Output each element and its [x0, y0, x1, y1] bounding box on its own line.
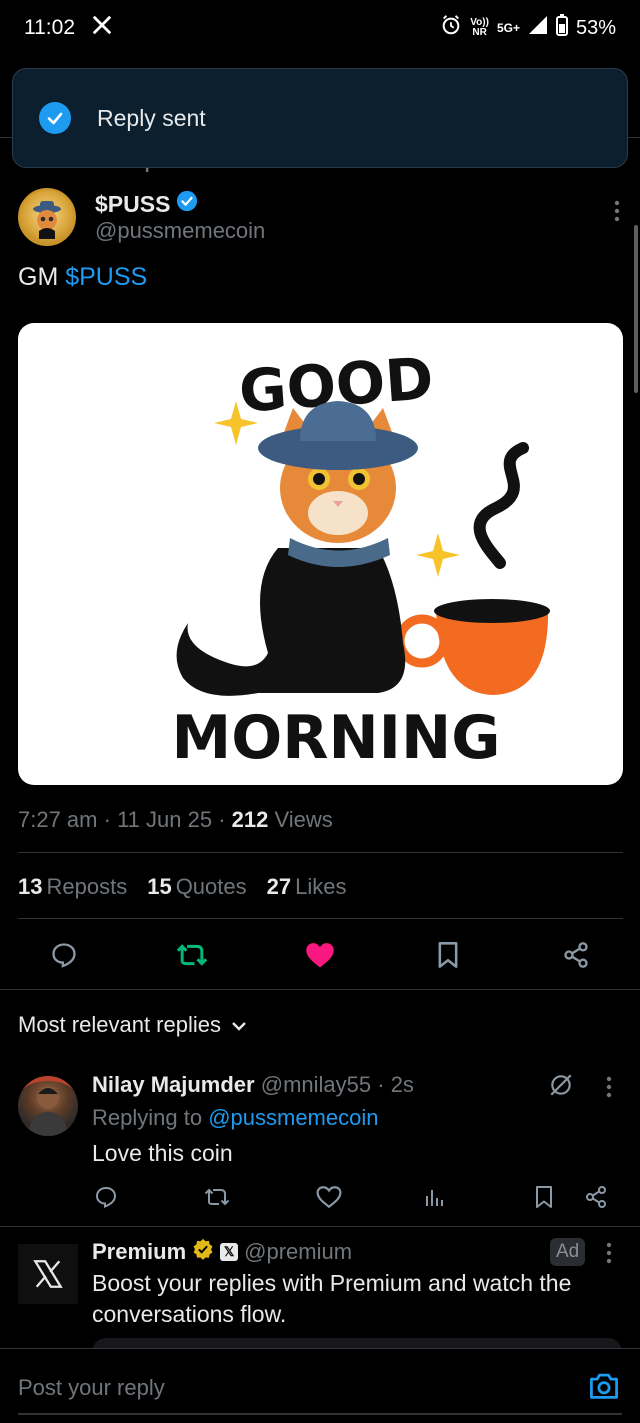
ad-author-handle[interactable]: @premium — [244, 1239, 352, 1265]
reply-icon[interactable] — [94, 1184, 118, 1210]
repost-icon[interactable] — [172, 935, 212, 975]
post-stats: 13 Reposts 15 Quotes 27 Likes — [18, 874, 346, 900]
divider — [18, 918, 623, 919]
image-caption-bottom: MORNING — [172, 703, 501, 773]
signal-type: 5G+ — [496, 21, 520, 35]
replies-filter-dropdown[interactable]: Most relevant replies — [18, 1012, 247, 1038]
verified-badge-icon — [176, 190, 198, 218]
avatar[interactable] — [18, 1076, 78, 1136]
battery-icon — [555, 14, 568, 42]
status-time: 11:02 — [24, 16, 75, 39]
more-options-icon[interactable] — [606, 1242, 612, 1269]
more-options-icon[interactable] — [614, 200, 620, 222]
camera-icon[interactable] — [588, 1371, 620, 1406]
share-icon[interactable] — [556, 935, 596, 975]
x-affiliate-badge-icon: 𝕏 — [220, 1243, 239, 1261]
chevron-down-icon — [231, 1012, 247, 1038]
post-meta: 7:27 am · 11 Jun 25 · 212 Views — [18, 807, 333, 832]
views-icon[interactable] — [424, 1184, 446, 1210]
replying-to: Replying to @pussmemecoin — [92, 1105, 378, 1131]
share-icon[interactable] — [584, 1184, 608, 1210]
post-date: 11 Jun 25 — [117, 807, 213, 832]
x-logo-icon — [91, 14, 113, 42]
x-logo-icon[interactable] — [18, 1244, 78, 1304]
replying-handle-link[interactable]: @pussmemecoin — [208, 1105, 378, 1130]
views-label: Views — [274, 807, 333, 832]
nr-label: NR — [472, 27, 487, 38]
reply-item[interactable]: Nilay Majumder @mnilay55 · 2s Replying t… — [18, 1070, 623, 1220]
alarm-icon — [440, 14, 462, 42]
status-bar: 11:02 Vo)) NR 5G+ 53% — [0, 0, 640, 56]
replying-prefix: Replying to — [92, 1105, 209, 1130]
ad-author-name[interactable]: Premium — [92, 1239, 186, 1265]
like-icon[interactable] — [316, 1184, 342, 1210]
post-action-bar — [0, 935, 640, 975]
volte-indicator: Vo)) NR — [470, 18, 489, 38]
post-text-plain: GM — [18, 263, 66, 291]
quotes-stat[interactable]: 15 Quotes — [147, 874, 246, 900]
battery-percent: 53% — [575, 16, 616, 39]
divider — [18, 852, 623, 853]
bookmark-icon[interactable] — [534, 1184, 554, 1210]
likes-stat[interactable]: 27 Likes — [267, 874, 347, 900]
more-options-icon[interactable] — [606, 1076, 612, 1103]
author-handle[interactable]: @pussmemecoin — [95, 218, 265, 244]
bookmark-icon[interactable] — [428, 935, 468, 975]
reply-author-handle[interactable]: @mnilay55 — [261, 1072, 371, 1097]
post-author: $PUSS @pussmemecoin — [18, 188, 622, 248]
post-text: GM $PUSS — [18, 263, 147, 292]
author-name[interactable]: $PUSS — [95, 191, 170, 218]
reply-author-name[interactable]: Nilay Majumder — [92, 1072, 255, 1097]
post-image[interactable]: GOOD MORNING — [18, 323, 623, 785]
reposts-stat[interactable]: 13 Reposts — [18, 874, 127, 900]
avatar[interactable] — [18, 188, 76, 246]
toast-message: Reply sent — [97, 104, 206, 131]
premium-ad[interactable]: Premium 𝕏 @premium Ad Boost your replies… — [18, 1238, 623, 1352]
reply-icon[interactable] — [44, 935, 84, 975]
gold-verified-icon — [192, 1238, 214, 1266]
check-icon — [39, 102, 71, 134]
ad-header: Premium 𝕏 @premium — [92, 1238, 352, 1266]
grok-icon[interactable] — [548, 1072, 574, 1103]
reply-composer: Post your reply — [0, 1348, 640, 1423]
reply-text: Love this coin — [92, 1140, 233, 1166]
like-icon[interactable] — [300, 935, 340, 975]
home-indicator — [18, 1413, 622, 1415]
ad-text: Boost your replies with Premium and watc… — [92, 1270, 572, 1327]
reply-time: 2s — [390, 1072, 414, 1097]
signal-icon — [528, 15, 548, 41]
reply-header: Nilay Majumder @mnilay55 · 2s — [92, 1072, 414, 1097]
replies-filter-label: Most relevant replies — [18, 1012, 221, 1037]
scrollbar[interactable] — [634, 225, 638, 393]
post-time: 7:27 am — [18, 807, 98, 832]
cashtag-link[interactable]: $PUSS — [65, 263, 147, 291]
repost-icon[interactable] — [204, 1184, 230, 1210]
ad-badge: Ad — [550, 1238, 586, 1266]
views-count: 212 — [231, 807, 269, 832]
divider — [0, 1226, 640, 1227]
reply-input[interactable]: Post your reply — [18, 1375, 165, 1401]
reply-sent-toast: Reply sent — [12, 68, 628, 168]
divider — [0, 989, 640, 990]
